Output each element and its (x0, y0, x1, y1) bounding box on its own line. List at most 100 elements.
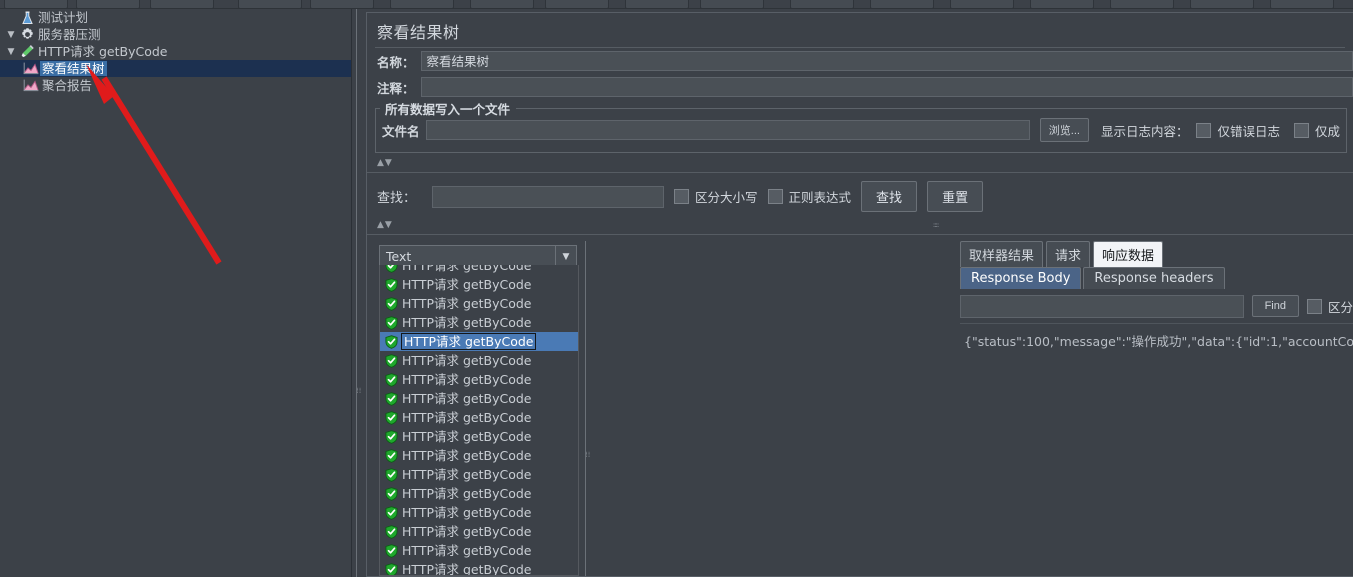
checkbox-box[interactable] (674, 189, 690, 204)
sampler-result-label: HTTP请求 getByCode (402, 467, 532, 482)
collapse-controls-top[interactable]: ▲ ▼ (367, 156, 1353, 170)
sampler-result-row-selected[interactable]: HTTP请求 getByCode (380, 332, 578, 351)
sampler-result-row[interactable]: HTTP请求 getByCode (380, 427, 578, 446)
sampler-result-row[interactable]: HTTP请求 getByCode (380, 446, 578, 465)
splitter-grip[interactable]: :::: (584, 451, 592, 456)
success-shield-icon (380, 467, 402, 482)
search-row: 查找： 区分大小写 正则表达式 查找 重置 (367, 173, 1353, 218)
success-shield-icon (380, 429, 402, 444)
find-button[interactable]: 查找 (861, 181, 918, 212)
tree-item-view-results-tree[interactable]: 察看结果树 (0, 60, 351, 77)
checkbox-box[interactable] (1306, 298, 1322, 314)
success-shield-icon (380, 524, 402, 539)
results-splitter[interactable]: :::: (579, 241, 592, 576)
comment-row: 注释： (367, 74, 1353, 100)
checkbox-label: 仅错误日志 (1217, 123, 1280, 139)
sampler-result-row[interactable]: HTTP请求 getByCode (380, 351, 578, 370)
sampler-result-label: HTTP请求 getByCode (402, 265, 532, 273)
comment-input[interactable] (420, 77, 1353, 97)
log-content-label: 显示日志内容： (1100, 123, 1189, 139)
regex-checkbox[interactable]: 正则表达式 (767, 187, 852, 206)
success-shield-icon (380, 543, 402, 558)
collapse-controls-bottom[interactable]: ▲ ▼ :::: (367, 218, 1353, 232)
success-only-checkbox[interactable]: 仅成 (1293, 121, 1340, 140)
collapse-up-icon[interactable]: ▲ (377, 220, 384, 230)
sampler-result-row[interactable]: HTTP请求 getByCode (380, 265, 578, 275)
tab-sampler-result[interactable]: 取样器结果 (960, 241, 1044, 267)
filename-input[interactable] (425, 120, 1030, 140)
errors-only-checkbox[interactable]: 仅错误日志 (1196, 121, 1280, 140)
sampler-result-row[interactable]: HTTP请求 getByCode (380, 275, 578, 294)
checkbox-box[interactable] (1196, 122, 1212, 138)
tree-toggle[interactable]: ▼ (4, 30, 18, 40)
sampler-result-row[interactable]: HTTP请求 getByCode (380, 484, 578, 503)
tree-item-test-plan[interactable]: 测试计划 (0, 9, 351, 26)
filename-label: 文件名 (382, 123, 420, 139)
page-title: 察看结果树 (377, 23, 460, 42)
search-label: 查找： (377, 191, 417, 206)
pipette-icon (18, 44, 36, 59)
success-shield-icon (380, 562, 402, 575)
tree-item-label: 聚合报告 (42, 78, 93, 93)
sampler-result-label: HTTP请求 getByCode (402, 486, 532, 501)
sampler-result-row[interactable]: HTTP请求 getByCode (380, 465, 578, 484)
sampler-result-row[interactable]: HTTP请求 getByCode (380, 408, 578, 427)
result-tabs: 取样器结果 请求 响应数据 (960, 241, 1353, 267)
checkbox-label: 正则表达式 (788, 190, 852, 205)
sampler-result-row[interactable]: HTTP请求 getByCode (380, 313, 578, 332)
group-legend: 所有数据写入一个文件 (382, 99, 514, 118)
sampler-result-label: HTTP请求 getByCode (402, 429, 532, 444)
splitter-grip[interactable]: :::: (355, 387, 363, 392)
tree-toggle[interactable]: ▼ (4, 47, 18, 57)
response-find-button[interactable]: Find (1251, 295, 1299, 317)
collapse-down-icon[interactable]: ▼ (385, 220, 392, 230)
sampler-result-label: HTTP请求 getByCode (402, 391, 532, 406)
tab-response-body[interactable]: Response Body (960, 267, 1082, 289)
collapse-up-icon[interactable]: ▲ (377, 158, 384, 168)
sampler-result-row[interactable]: HTTP请求 getByCode (380, 389, 578, 408)
sampler-result-list[interactable]: HTTP请求 getByCode HTTP请求 getByCode HTTP请求 g… (379, 265, 579, 576)
name-input[interactable]: 察看结果树 (420, 51, 1353, 71)
tree-item-aggregate-report[interactable]: 聚合报告 (0, 77, 351, 94)
sampler-result-row[interactable]: HTTP请求 getByCode (380, 541, 578, 560)
collapse-down-icon[interactable]: ▼ (385, 158, 392, 168)
chart-icon (22, 79, 40, 92)
tab-response-data[interactable]: 响应数据 (1093, 241, 1164, 267)
checkbox-box[interactable] (1293, 122, 1309, 138)
chart-icon (22, 62, 40, 75)
tab-response-headers[interactable]: Response headers (1083, 267, 1225, 289)
sampler-result-row[interactable]: HTTP请求 getByCode (380, 560, 578, 575)
sampler-result-row[interactable]: HTTP请求 getByCode (380, 294, 578, 313)
checkbox-label: 区分大小写 (695, 190, 758, 205)
browse-button[interactable]: 浏览... (1039, 118, 1089, 142)
case-sensitive-checkbox[interactable]: 区分大小写 (674, 187, 758, 206)
section-grip[interactable]: :::: (933, 221, 940, 229)
tree-item-thread-group[interactable]: ▼ 服务器压测 (0, 26, 351, 43)
search-input[interactable] (432, 185, 665, 208)
sampler-result-label: HTTP请求 getByCode (402, 448, 532, 463)
tree-item-http-request[interactable]: ▼ HTTP请求 getByCode (0, 43, 351, 60)
reset-button[interactable]: 重置 (927, 181, 984, 212)
success-shield-icon (380, 410, 402, 425)
sampler-result-label: HTTP请求 getByCode (402, 524, 532, 539)
gear-icon (18, 27, 36, 42)
sampler-result-label: HTTP请求 getByCode (402, 353, 532, 368)
tree-item-label: 察看结果树 (40, 61, 107, 76)
success-shield-icon (380, 334, 402, 349)
success-shield-icon (380, 353, 402, 368)
sampler-result-row[interactable]: HTTP请求 getByCode (380, 370, 578, 389)
sampler-result-row[interactable]: HTTP请求 getByCode (380, 503, 578, 522)
section-separator-2 (367, 234, 1353, 235)
tree-item-label: 服务器压测 (38, 27, 101, 42)
chevron-down-icon[interactable]: ▼ (555, 246, 576, 267)
main-splitter[interactable]: :::: (352, 9, 364, 577)
response-case-sensitive-checkbox[interactable]: 区分 (1306, 297, 1353, 316)
sampler-result-row[interactable]: HTTP请求 getByCode (380, 522, 578, 541)
success-shield-icon (380, 277, 402, 292)
test-plan-tree: 测试计划 ▼ 服务器压测 ▼ HTTP请求 getByCode 察看结果树 聚合… (0, 9, 352, 577)
response-find-input[interactable] (960, 294, 1244, 318)
tab-request[interactable]: 请求 (1046, 241, 1091, 267)
response-body-text[interactable]: {"status":100,"message":"操作成功","data":{"… (960, 323, 1353, 576)
checkbox-box[interactable] (767, 189, 783, 204)
success-shield-icon (380, 296, 402, 311)
